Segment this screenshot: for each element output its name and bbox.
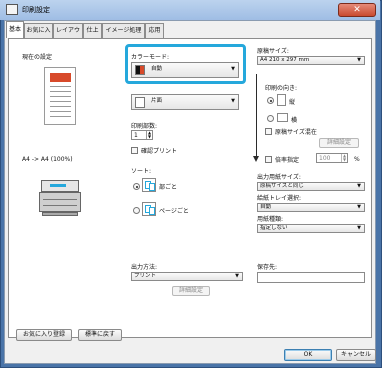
color-mode-select[interactable]: 自動 ▼ (131, 62, 239, 78)
tab-image-processing[interactable]: イメージ処理 (102, 23, 145, 38)
sort-by-page-label: ページごと (159, 208, 189, 215)
close-button[interactable]: ✕ (338, 3, 376, 17)
output-paper-value: 原稿サイズと同じ (260, 183, 304, 189)
output-method-select[interactable]: プリント ▼ (131, 272, 243, 281)
register-favorite-button[interactable]: お気に入り登録 (16, 329, 72, 341)
collate-icon (142, 178, 156, 192)
sort-label: ソート: (131, 168, 152, 175)
tray-select[interactable]: 自動 ▼ (257, 203, 365, 212)
zoom-value: 100 (319, 155, 331, 162)
orientation-landscape-radio[interactable] (267, 115, 274, 122)
orientation-label: 印刷の向き: (265, 85, 298, 92)
duplex-select[interactable]: 片面 ▼ (131, 94, 239, 110)
color-mode-value: 自動 (151, 66, 163, 72)
ok-button[interactable]: OK (284, 349, 332, 361)
printer-icon (38, 178, 82, 218)
color-mode-icon (135, 65, 145, 75)
duplex-value: 片面 (151, 98, 163, 104)
paper-type-select[interactable]: 指定しない ▼ (257, 224, 365, 233)
title-bar (0, 0, 380, 20)
flow-arrow-icon (253, 156, 259, 162)
confirm-print-checkbox[interactable] (131, 147, 138, 154)
paper-type-value: 指定しない (260, 225, 288, 231)
zoom-spinner[interactable]: ▲ ▼ (341, 154, 347, 162)
size-caption: A4 -> A4 (100%) (22, 156, 73, 163)
landscape-icon (277, 113, 288, 122)
output-detail-button[interactable]: 詳細設定 (172, 286, 210, 296)
tab-finishing[interactable]: 仕上げ (83, 23, 102, 47)
tray-value: 自動 (260, 204, 272, 210)
mixed-size-label: 原稿サイズ混在 (275, 129, 317, 136)
mixed-size-detail-button[interactable]: 詳細設定 (319, 138, 359, 148)
mixed-size-checkbox[interactable] (265, 128, 272, 135)
preview-image-icon (50, 73, 71, 82)
copies-spinner[interactable]: ▲ ▼ (146, 131, 152, 139)
one-sided-icon (135, 97, 145, 108)
portrait-icon (277, 94, 286, 106)
tray-label: 給紙トレイ選択: (257, 195, 302, 202)
page-preview (44, 67, 76, 125)
tab-advanced[interactable]: 応用 (145, 23, 164, 38)
orientation-landscape-label: 横 (291, 117, 298, 124)
zoom-unit: % (354, 156, 360, 163)
page-sort-icon (142, 202, 156, 216)
window-title: 印刷設定 (22, 6, 50, 14)
save-to-input[interactable] (257, 272, 365, 283)
save-to-label: 保存先: (257, 264, 278, 271)
paper-type-label: 用紙種類: (257, 216, 284, 223)
tab-layout[interactable]: レイアウト (53, 23, 83, 47)
sort-by-page-radio[interactable] (133, 207, 140, 214)
original-size-select[interactable]: A4 210 x 297 mm ▼ (257, 56, 365, 65)
zoom-label: 倍率指定 (275, 157, 300, 164)
tab-basic[interactable]: 基本 (6, 21, 24, 38)
zoom-input[interactable]: 100 ▲ ▼ (316, 153, 348, 163)
orientation-portrait-label: 縦 (289, 99, 296, 106)
zoom-checkbox[interactable] (265, 156, 272, 163)
sort-by-set-label: 部ごと (159, 184, 178, 191)
color-mode-label: カラーモード: (131, 54, 170, 61)
original-size-label: 原稿サイズ: (257, 48, 289, 55)
output-method-value: プリント (134, 273, 157, 279)
copies-input[interactable]: 1 ▲ ▼ (131, 130, 153, 140)
output-method-label: 出力方法: (131, 264, 158, 271)
output-paper-label: 出力用紙サイズ: (257, 174, 301, 181)
output-paper-select[interactable]: 原稿サイズと同じ ▼ (257, 182, 365, 191)
current-settings-label: 現在の設定 (22, 54, 53, 61)
restore-defaults-button[interactable]: 標準に戻す (78, 329, 122, 341)
original-size-value: A4 210 x 297 mm (260, 57, 310, 63)
cancel-button[interactable]: キャンセル (336, 349, 376, 361)
tab-bar: 基本 お気に入り レイアウト 仕上げ イメージ処理 応用 (6, 21, 191, 47)
flow-arrow-line (256, 74, 257, 158)
sort-by-set-radio[interactable] (133, 183, 140, 190)
tab-favorites[interactable]: お気に入り (24, 23, 53, 47)
confirm-print-label: 確認プリント (141, 148, 178, 155)
copies-value: 1 (134, 132, 138, 139)
orientation-portrait-radio[interactable] (267, 97, 274, 104)
copies-label: 印刷部数: (131, 123, 158, 130)
printer-settings-icon (6, 4, 18, 15)
